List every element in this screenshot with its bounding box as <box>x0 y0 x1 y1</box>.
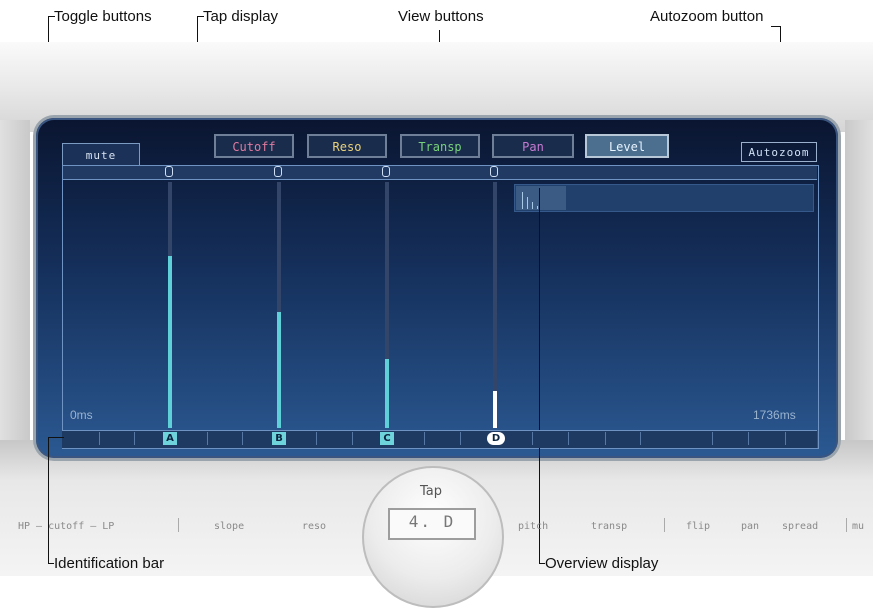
id-bar-divider <box>134 432 135 445</box>
autozoom-button-callout: Autozoom button <box>650 8 764 25</box>
overview-window[interactable] <box>516 186 566 210</box>
param-transp: transp <box>591 521 628 532</box>
autozoom-button[interactable]: Autozoom <box>741 142 817 162</box>
param-slope: slope <box>214 521 245 532</box>
tap-knob-label: Tap <box>419 484 442 499</box>
time-start-label: 0ms <box>70 408 93 422</box>
tap-c-bar[interactable] <box>385 359 389 428</box>
time-end-label: 1736ms <box>753 408 796 422</box>
param-reso: reso <box>302 521 327 532</box>
id-bar-divider <box>352 432 353 445</box>
id-bar-divider <box>242 432 243 445</box>
id-bar-leader-h <box>48 437 64 438</box>
plugin-side-right <box>845 120 873 470</box>
tap-display-callout: Tap display <box>203 8 279 25</box>
tap-value-text: 4. D <box>408 512 456 531</box>
tap-id-a[interactable]: A <box>163 432 177 445</box>
id-bar-divider <box>316 432 317 445</box>
id-bar-leader-v <box>48 437 49 564</box>
id-bar-divider <box>424 432 425 445</box>
identification-bar-callout: Identification bar <box>54 555 165 572</box>
tap-a-bar[interactable] <box>168 256 172 428</box>
id-bar-divider <box>99 432 100 445</box>
param-divider <box>178 518 179 532</box>
overview-tick <box>532 202 533 209</box>
id-bar-divider <box>532 432 533 445</box>
param-divider <box>846 518 847 532</box>
overview-tick <box>527 197 528 209</box>
param-pan: pan <box>741 521 760 532</box>
tap-b-bar[interactable] <box>277 312 281 428</box>
tap-display-leader <box>197 16 204 17</box>
id-bar-divider <box>748 432 749 445</box>
param-flip: flip <box>686 521 711 532</box>
param-mu: mu <box>852 521 865 532</box>
tap-id-b[interactable]: B <box>272 432 286 445</box>
plugin-side-left <box>0 120 30 470</box>
param-hp-cutoff-lp: HP – cutoff – LP <box>18 521 115 532</box>
tap-id-d[interactable]: D <box>487 432 505 445</box>
id-bar-divider <box>785 432 786 445</box>
overview-tick <box>537 206 538 209</box>
id-bar-divider <box>640 432 641 445</box>
view-button-reso[interactable]: Reso <box>307 134 387 158</box>
param-pitch: pitch <box>518 521 549 532</box>
view-button-level[interactable]: Level <box>585 134 669 158</box>
id-bar-divider <box>712 432 713 445</box>
param-spread: spread <box>782 521 819 532</box>
toggle-buttons-leader <box>48 16 55 17</box>
view-button-transp[interactable]: Transp <box>400 134 480 158</box>
tap-d-bar[interactable] <box>493 391 497 428</box>
param-divider <box>664 518 665 532</box>
id-bar-divider <box>460 432 461 445</box>
toggle-buttons-callout: Toggle buttons <box>54 8 152 25</box>
id-bar-divider <box>568 432 569 445</box>
view-button-cutoff[interactable]: Cutoff <box>214 134 294 158</box>
overview-display-callout: Overview display <box>545 555 659 572</box>
view-buttons-callout: View buttons <box>398 8 484 25</box>
mute-tab[interactable]: mute <box>62 143 140 166</box>
view-button-pan[interactable]: Pan <box>492 134 574 158</box>
overview-tick <box>522 192 523 209</box>
overview-leader-v <box>539 188 540 564</box>
tap-id-c[interactable]: C <box>380 432 394 445</box>
id-bar-divider <box>207 432 208 445</box>
id-bar-divider <box>605 432 606 445</box>
